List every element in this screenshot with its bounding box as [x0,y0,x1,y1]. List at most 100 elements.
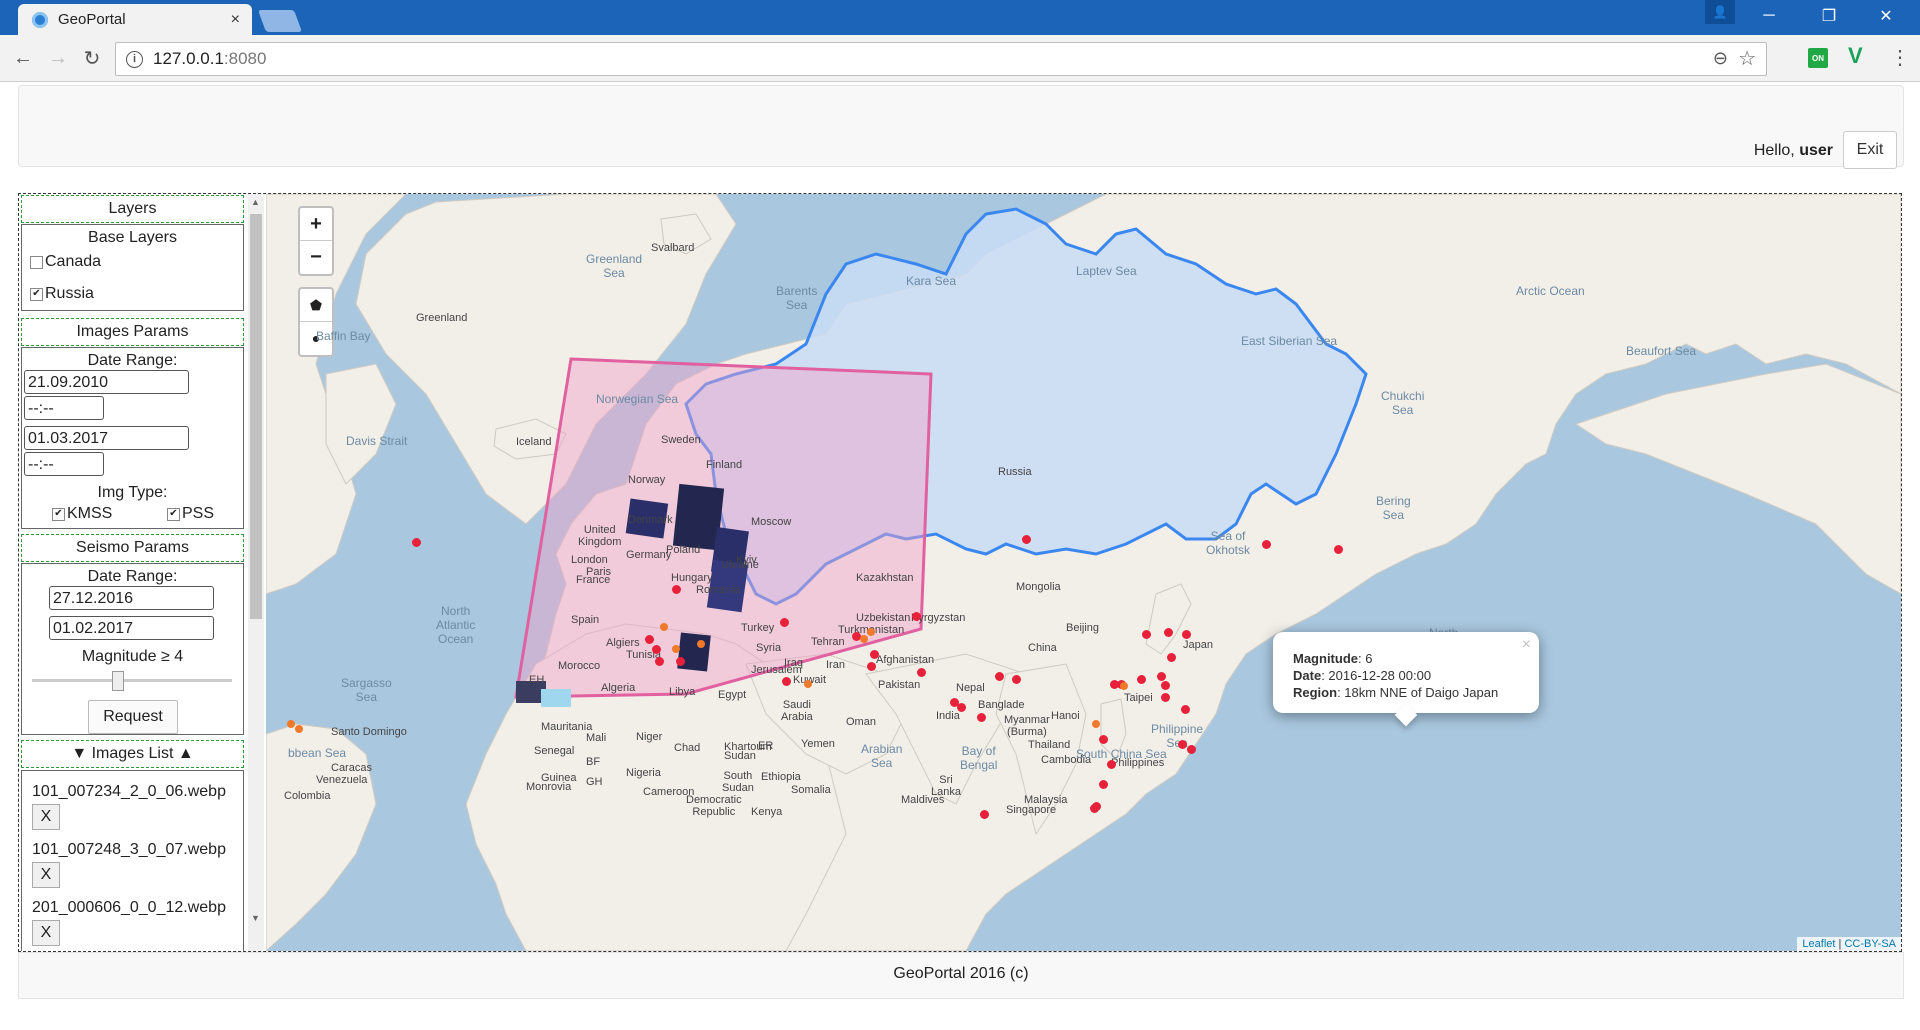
earthquake-marker[interactable] [1166,652,1176,662]
attribution-source-link[interactable]: CC-BY-SA [1844,938,1896,950]
remove-image-button[interactable]: X [32,862,60,888]
earthquake-marker-minor[interactable] [672,645,680,653]
attribution-leaflet-link[interactable]: Leaflet [1802,938,1835,950]
address-bar[interactable]: i 127.0.0.1:8080 ⊖ ☆ [115,42,1767,76]
earthquake-marker[interactable] [1333,544,1343,554]
layer-russia-checkbox[interactable]: ✔ [30,287,43,301]
profile-icon[interactable]: 👤 [1705,0,1735,24]
image-date-range-label: Date Range: [87,352,178,369]
browser-tab[interactable]: GeoPortal × [18,4,252,35]
image-date-from-input[interactable]: 21.09.2010 [24,370,189,394]
earthquake-marker[interactable] [1136,674,1146,684]
earthquake-marker[interactable] [671,584,681,594]
earthquake-marker[interactable] [779,617,789,627]
earthquake-marker[interactable] [916,667,926,677]
earthquake-marker[interactable] [644,634,654,644]
earthquake-marker[interactable] [654,656,664,666]
image-time-to-input[interactable]: --:-- [24,452,104,476]
earthquake-marker[interactable] [1021,534,1031,544]
earthquake-marker[interactable] [1098,734,1108,744]
reload-button[interactable]: ↻ [79,45,105,71]
earthquake-marker[interactable] [911,611,921,621]
earthquake-marker[interactable] [979,809,989,819]
earthquake-marker[interactable] [1141,629,1151,639]
earthquake-marker[interactable] [1011,674,1021,684]
earthquake-marker[interactable] [1181,629,1191,639]
seismo-date-from-input[interactable]: 27.12.2016 [49,586,214,610]
earthquake-marker[interactable] [1156,671,1166,681]
earthquake-marker-minor[interactable] [295,725,303,733]
earthquake-marker[interactable] [1098,779,1108,789]
earthquake-marker[interactable] [1089,803,1099,813]
earthquake-marker[interactable] [651,644,661,654]
earthquake-marker[interactable] [1186,744,1196,754]
earthquake-marker[interactable] [1177,739,1187,749]
scroll-up-arrow[interactable]: ▲ [251,197,260,207]
earthquake-marker[interactable] [956,702,966,712]
earthquake-marker[interactable] [976,712,986,722]
popup-close-icon[interactable]: × [1522,636,1531,654]
earthquake-marker-minor[interactable] [1092,720,1100,728]
earthquake-marker[interactable] [1160,680,1170,690]
earthquake-marker[interactable] [675,656,685,666]
layer-russia-row[interactable]: ✔ Russia [30,285,94,303]
url-text[interactable]: 127.0.0.1:8080 [153,49,266,69]
img-type-pss-row[interactable]: ✔ PSS [167,505,214,523]
remove-image-button[interactable]: X [32,920,60,946]
remove-image-button[interactable]: X [32,804,60,830]
info-icon[interactable]: i [126,50,143,68]
browser-menu-icon[interactable]: ⋮ [1890,45,1910,70]
images-params-header[interactable]: Images Params [21,318,244,346]
earthquake-marker-minor[interactable] [660,623,668,631]
earthquake-marker-minor[interactable] [697,640,705,648]
bookmark-star-icon[interactable]: ☆ [1738,46,1756,71]
earthquake-marker[interactable] [1160,692,1170,702]
earthquake-marker[interactable] [1163,627,1173,637]
extension-on-icon[interactable]: ON [1808,48,1828,68]
tab-close-icon[interactable]: × [231,11,240,29]
forward-button[interactable]: → [45,45,71,71]
scrollbar-thumb[interactable] [250,214,262,619]
sidebar-scrollbar[interactable]: ▲ ▼ [248,194,264,951]
minimize-button[interactable]: ─ [1745,0,1793,32]
zoom-in-button[interactable]: + [300,208,332,240]
earthquake-marker[interactable] [1261,539,1271,549]
kmss-checkbox[interactable]: ✔ [52,507,65,521]
earthquake-marker[interactable] [866,661,876,671]
images-list-header[interactable]: ▼ Images List ▲ [21,740,244,768]
image-time-from-input[interactable]: --:-- [24,396,104,420]
seismo-params-header[interactable]: Seismo Params [21,534,244,562]
magnitude-slider-thumb[interactable] [112,671,124,691]
earthquake-marker-minor[interactable] [287,720,295,728]
earthquake-marker[interactable] [781,676,791,686]
earthquake-marker-minor[interactable] [860,635,868,643]
earthquake-marker-minor[interactable] [1120,682,1128,690]
zoom-out-button[interactable]: − [300,240,332,273]
extension-v-icon[interactable]: V [1848,43,1863,69]
image-date-to-input[interactable]: 01.03.2017 [24,426,189,450]
earthquake-marker[interactable] [869,649,879,659]
seismo-date-to-input[interactable]: 01.02.2017 [49,616,214,640]
close-window-button[interactable]: ✕ [1862,0,1910,32]
earthquake-marker-minor[interactable] [867,628,875,636]
earthquake-marker-minor[interactable] [804,680,812,688]
draw-polygon-icon[interactable]: ⬟ [300,289,332,321]
exit-button[interactable]: Exit [1843,131,1897,169]
earthquake-marker[interactable] [1106,759,1116,769]
layer-canada-row[interactable]: Canada [30,253,101,271]
restore-button[interactable]: ❐ [1805,0,1853,32]
back-button[interactable]: ← [10,45,36,71]
request-button[interactable]: Request [88,700,178,734]
zoom-icon[interactable]: ⊖ [1713,48,1728,69]
pss-checkbox[interactable]: ✔ [167,507,180,521]
map-view[interactable]: + − ⬟ ● Greenland Sea Svalbard Barents Sea… [266,194,1901,951]
img-type-kmss-row[interactable]: ✔ KMSS [52,505,112,523]
earthquake-marker[interactable] [1180,704,1190,714]
new-tab-button[interactable] [257,10,303,32]
earthquake-marker[interactable] [411,537,421,547]
earthquake-marker[interactable] [994,671,1004,681]
magnitude-slider-track[interactable] [32,679,232,682]
layers-header[interactable]: Layers [21,195,244,223]
scroll-down-arrow[interactable]: ▼ [251,913,260,923]
layer-canada-checkbox[interactable] [30,255,43,269]
